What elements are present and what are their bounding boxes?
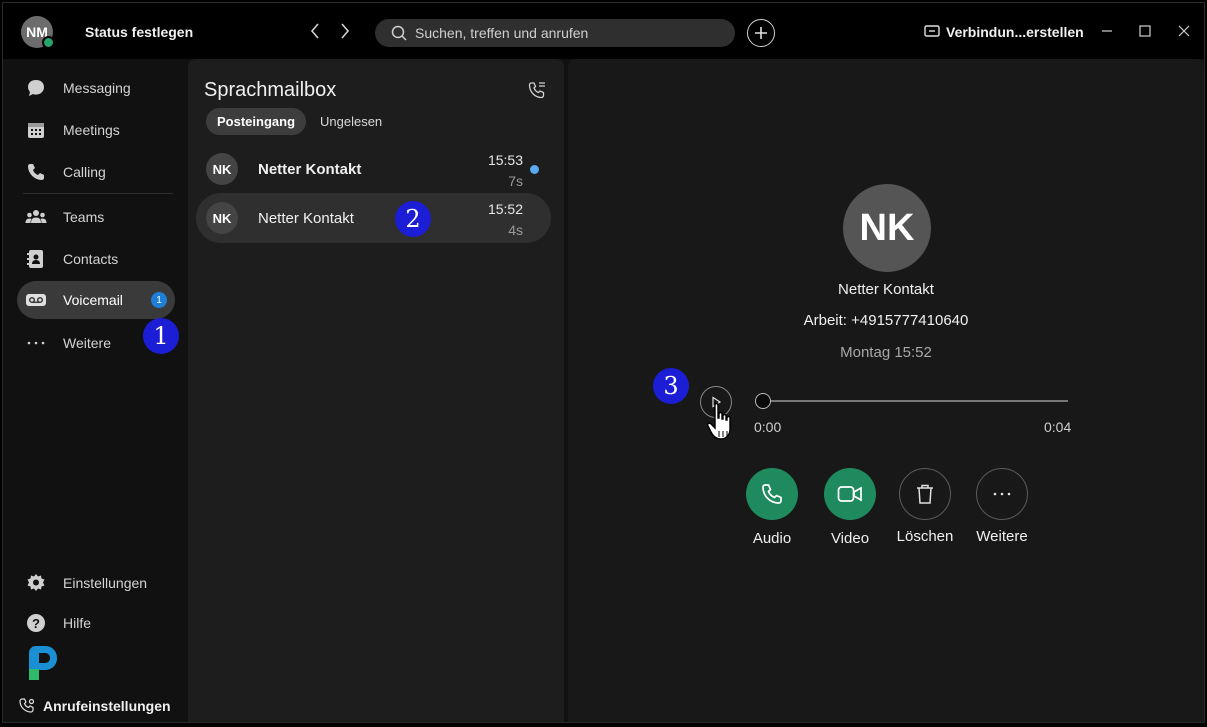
- nav-label-calling: Calling: [63, 164, 106, 180]
- step-marker-1: 1: [143, 318, 179, 354]
- left-navigation: Messaging Meetings Calling Teams Contact…: [3, 59, 187, 722]
- more-icon: [25, 332, 47, 354]
- contacts-icon: [25, 248, 47, 270]
- nav-divider: [23, 193, 173, 194]
- set-status-button[interactable]: Status festlegen: [85, 24, 193, 40]
- step-marker-2: 2: [395, 201, 431, 237]
- panel-title: Sprachmailbox: [204, 79, 337, 101]
- phone-icon: [746, 468, 798, 520]
- voicemail-count-badge: 1: [151, 292, 167, 308]
- call-settings-label: Anrufeinstellungen: [43, 698, 171, 714]
- caller-name: Netter Kontakt: [258, 210, 354, 227]
- nav-item-meetings[interactable]: Meetings: [17, 111, 175, 149]
- nav-label-voicemail: Voicemail: [63, 292, 123, 308]
- voicemail-list-item-selected[interactable]: NK Netter Kontakt 15:52 4s: [196, 193, 551, 243]
- video-call-button[interactable]: Video: [810, 468, 890, 547]
- maximize-icon[interactable]: [1134, 20, 1156, 42]
- video-label: Video: [830, 530, 870, 547]
- voicemail-time: 15:52: [487, 201, 523, 217]
- screen-connect-icon: [924, 25, 940, 37]
- search-input[interactable]: Suchen, treffen und anrufen: [375, 19, 735, 47]
- nav-label-contacts: Contacts: [63, 251, 119, 267]
- nav-label-messaging: Messaging: [63, 80, 131, 96]
- calendar-icon: [25, 119, 47, 141]
- avatar: NK: [206, 153, 238, 185]
- audio-call-button[interactable]: Audio: [732, 468, 812, 547]
- trash-icon: [899, 468, 951, 520]
- nav-item-calling[interactable]: Calling: [17, 153, 175, 191]
- nav-label-help: Hilfe: [63, 615, 92, 631]
- nav-item-settings[interactable]: Einstellungen: [17, 564, 175, 602]
- voicemail-icon: [25, 289, 47, 311]
- connect-label: Verbindun...erstellen: [946, 24, 1084, 40]
- forward-arrow-icon[interactable]: [335, 21, 355, 41]
- search-placeholder: Suchen, treffen und anrufen: [415, 25, 589, 41]
- nav-label-more: Weitere: [63, 335, 111, 351]
- delete-button[interactable]: Löschen: [885, 468, 965, 545]
- hand-cursor-icon: [707, 402, 731, 440]
- connect-device-button[interactable]: Verbindun...erstellen: [924, 24, 1084, 40]
- voicemail-duration: 4s: [508, 222, 523, 238]
- more-label: Weitere: [976, 528, 1028, 545]
- caller-name: Netter Kontakt: [258, 161, 362, 178]
- avatar: NK: [206, 202, 238, 234]
- gear-icon: [25, 572, 47, 594]
- minimize-icon[interactable]: [1096, 20, 1118, 42]
- voicemail-time: 15:53: [487, 152, 523, 168]
- search-icon: [391, 25, 407, 41]
- nav-label-teams: Teams: [63, 209, 105, 225]
- presence-indicator: [42, 36, 55, 49]
- plus-icon: [755, 27, 767, 39]
- voicemail-duration: 7s: [508, 173, 523, 189]
- app-logo: [25, 645, 59, 681]
- back-arrow-icon[interactable]: [305, 21, 325, 41]
- close-icon[interactable]: [1173, 20, 1195, 42]
- help-icon: ?: [25, 612, 47, 634]
- unread-indicator: [530, 165, 539, 174]
- svg-text:?: ?: [32, 616, 40, 631]
- audio-label: Audio: [752, 530, 792, 547]
- playback-track[interactable]: [762, 400, 1068, 402]
- add-button[interactable]: [747, 19, 775, 47]
- chat-icon: [25, 77, 47, 99]
- call-settings-button[interactable]: Anrufeinstellungen: [19, 698, 171, 714]
- app-window: NM Status festlegen Suchen, treffen und …: [2, 2, 1205, 723]
- playback-total-time: 0:04: [1044, 419, 1072, 435]
- nav-item-voicemail[interactable]: Voicemail 1: [17, 281, 175, 319]
- title-bar: NM Status festlegen Suchen, treffen und …: [3, 3, 1204, 59]
- video-icon: [824, 468, 876, 520]
- phone-icon: [25, 161, 47, 183]
- step-marker-3: 3: [653, 368, 689, 404]
- nav-label-settings: Einstellungen: [63, 575, 148, 591]
- contact-work-number: Arbeit: +4915777410640: [803, 312, 969, 329]
- voicemail-detail-panel: NK Netter Kontakt Arbeit: +4915777410640…: [568, 59, 1204, 722]
- contact-avatar: NK: [843, 184, 931, 272]
- voicemail-list-panel: Sprachmailbox Posteingang Ungelesen NK N…: [188, 59, 564, 722]
- contact-name: Netter Kontakt: [838, 281, 934, 298]
- more-icon: [976, 468, 1028, 520]
- tab-inbox[interactable]: Posteingang: [206, 108, 307, 135]
- playback-current-time: 0:00: [754, 419, 782, 435]
- playback-slider-thumb[interactable]: [755, 393, 771, 409]
- nav-label-meetings: Meetings: [63, 122, 120, 138]
- more-actions-button[interactable]: Weitere: [962, 468, 1042, 545]
- nav-item-teams[interactable]: Teams: [17, 198, 175, 236]
- call-voicemail-icon[interactable]: [528, 81, 546, 99]
- delete-label: Löschen: [896, 528, 954, 545]
- voicemail-list-item[interactable]: NK Netter Kontakt 15:53 7s: [196, 144, 551, 194]
- nav-item-contacts[interactable]: Contacts: [17, 240, 175, 278]
- nav-item-help[interactable]: ? Hilfe: [17, 604, 175, 642]
- nav-item-messaging[interactable]: Messaging: [17, 69, 175, 107]
- teams-icon: [25, 206, 47, 228]
- voicemail-date: Montag 15:52: [840, 344, 932, 361]
- tab-unread[interactable]: Ungelesen: [309, 108, 393, 135]
- call-settings-icon: [19, 698, 35, 713]
